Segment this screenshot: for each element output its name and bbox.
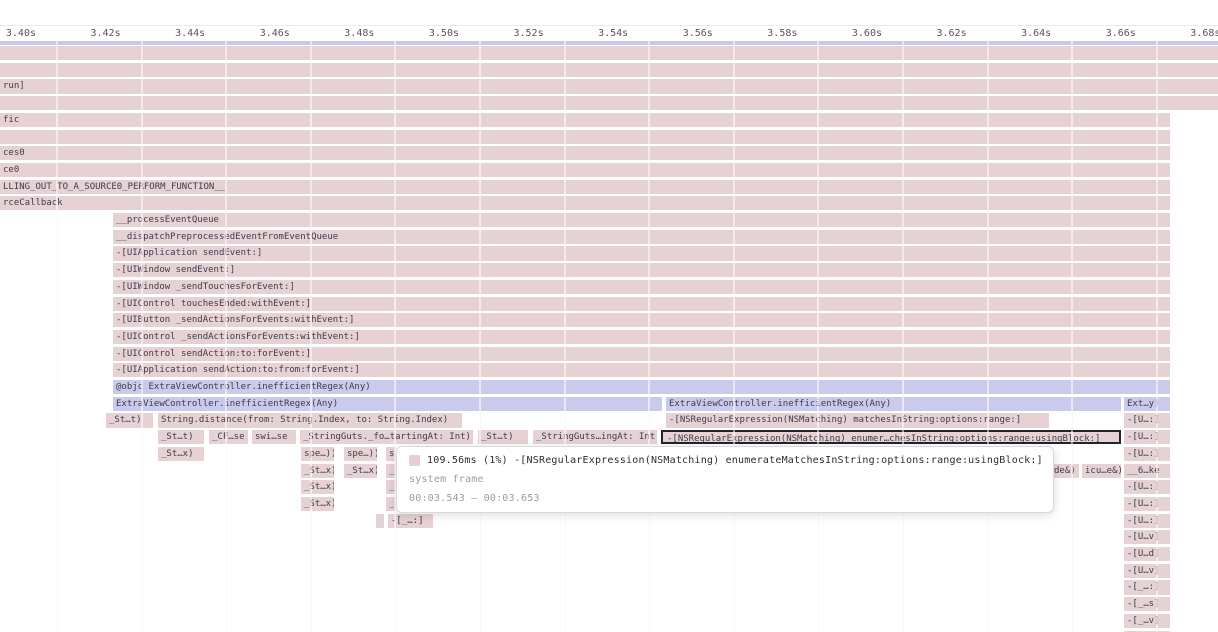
time-gridline [141,41,143,632]
frame-bar[interactable]: icu…e&) [1082,464,1121,478]
time-tick-label: 3.66s [1094,27,1136,40]
frame-bar[interactable]: -[U…:] [1124,480,1170,494]
frame-bar[interactable]: -[UIButton _sendActionsForEvents:withEve… [113,313,1170,327]
frame-color-swatch-icon [409,455,420,466]
time-gridline [564,41,566,632]
time-tick-label: 3.54s [586,27,628,40]
time-tick-label: 3.62s [925,27,967,40]
frame-bar[interactable]: -[U…v] [1124,530,1170,544]
frame-bar[interactable]: @objc ExtraViewController.inefficientReg… [113,380,1170,394]
frame-bar[interactable]: -[UIControl _sendActionsForEvents:withEv… [113,330,1170,344]
frame-bar[interactable]: _St…x) [158,447,204,461]
frame-bar[interactable]: LLING_OUT_TO_A_SOURCE0_PERFORM_FUNCTION_… [0,180,1170,194]
frame-bar[interactable]: run] [0,79,1218,93]
frame-bar[interactable]: -[U…v] [1124,564,1170,578]
frame-bar[interactable]: swi…se [252,430,296,444]
frame-bar[interactable]: __processEventQueue [113,213,1170,227]
ruler-divider [0,25,1218,26]
time-tick-label: 3.44s [163,27,205,40]
time-gridline [987,41,989,632]
frame-bar[interactable]: _CF…se [209,430,248,444]
time-tick-label: 3.46s [248,27,290,40]
time-tick-label: 3.48s [332,27,374,40]
frame-bar[interactable]: -[UIControl sendAction:to:forEvent:] [113,347,1170,361]
time-tick-label: 3.50s [417,27,459,40]
flame-chart-canvas[interactable]: 3.40s 3.42s 3.44s 3.46s 3.48s 3.50s 3.52s 3.54s… [0,0,1218,632]
frame-bar[interactable]: __dispatchPreprocessedEventFromEventQueu… [113,230,1170,244]
time-tick-label: 3.56s [671,27,713,40]
time-tick-label: 3.60s [840,27,882,40]
frame-bar[interactable]: _StringGuts…ingAt: Int) [533,430,657,444]
timeline-selection-strip [0,41,1218,45]
frame-bar[interactable]: -[U…d] [1124,547,1170,561]
time-tick-label: 3.52s [502,27,544,40]
time-tick-label: 3.68s [1178,27,1218,40]
frame-bar[interactable]: Ext…y) [1124,397,1170,411]
time-gridline [56,41,58,632]
time-tick-label: 3.42s [79,27,121,40]
selected-frame-bar[interactable]: -[NSRegularExpression(NSMatching) enumer… [661,430,1121,444]
frame-bar[interactable]: _St…x) [301,480,334,494]
frame-bar[interactable]: spe…)) [344,447,377,461]
frame-bar[interactable]: -[UIControl touchesEnded:withEvent:] [113,297,1170,311]
frame-bar[interactable]: _St…x) [301,497,334,511]
frame-bar[interactable]: de&) [1051,464,1079,478]
time-tick-label: 3.40s [0,27,36,40]
time-gridline [310,41,312,632]
time-gridline [479,41,481,632]
frame-bar[interactable]: _St…t) [478,430,528,444]
frame-bar[interactable]: _St…x) [301,464,334,478]
frame-bar[interactable] [0,96,1218,110]
frame-bar[interactable]: -[U…:] [1124,447,1170,461]
time-gridline [733,41,735,632]
frame-bar[interactable]: _St…x) [344,464,377,478]
time-gridline [394,41,396,632]
frame-bar[interactable]: _StringGuts._fo…tartingAt: Int) [300,430,473,444]
time-gridline [817,41,819,632]
tooltip-time-range: 00:03.543 — 00:03.653 [409,492,1041,505]
frame-bar[interactable]: -[UIApplication sendEvent:] [113,246,1170,260]
frame-bar[interactable]: -[_…s] [1124,597,1170,611]
frame-bar[interactable] [0,46,1218,60]
frame-bar[interactable]: ces0 [0,146,1170,160]
frame-bar[interactable]: -[U…:] [1124,514,1170,528]
frame-bar[interactable]: -[U…:] [1124,413,1170,427]
time-gridline [902,41,904,632]
time-gridline [225,41,227,632]
frame-bar[interactable] [0,63,1218,77]
frame-bar[interactable]: fic [0,113,1170,127]
time-tick-label: 3.64s [1009,27,1051,40]
frame-tooltip: 109.56ms (1%) -[NSRegularExpression(NSMa… [396,446,1054,513]
frame-bar[interactable]: -[UIApplication sendAction:to:from:forEv… [113,363,1170,377]
frame-bar[interactable]: -[_…v] [1124,614,1170,628]
frame-bar[interactable]: -[NSRegularExpression(NSMatching) matche… [666,413,1049,427]
frame-bar[interactable]: -[_…:] [1124,580,1170,594]
frame-bar[interactable]: -[UIWindow _sendTouchesForEvent:] [113,280,1170,294]
tooltip-duration-line: 109.56ms (1%) -[NSRegularExpression(NSMa… [409,454,1041,467]
frame-bar[interactable]: __6…ke [1124,464,1170,478]
frame-bar[interactable]: spe…)) [301,447,334,461]
time-gridline [1071,41,1073,632]
frame-bar[interactable]: _St…t) [106,413,153,427]
time-tick-label: 3.58s [755,27,797,40]
frame-bar[interactable]: -[U…:] [1124,430,1170,444]
frame-bar[interactable]: ce0 [0,163,1170,177]
tooltip-duration-text: 109.56ms (1%) -[NSRegularExpression(NSMa… [427,454,1043,467]
frame-bar[interactable]: -[U…:] [1124,497,1170,511]
tooltip-frame-kind: system frame [409,473,1041,486]
frame-bar[interactable]: ExtraViewController.inefficientRegex(Any… [113,397,662,411]
frame-bar[interactable] [0,130,1170,144]
time-gridline [648,41,650,632]
time-gridline [1156,41,1158,632]
frame-bar[interactable]: _St…t) [158,430,204,444]
frame-bar[interactable]: rceCallback [0,196,1170,210]
frame-bar[interactable] [376,514,384,528]
frame-bar[interactable]: -[UIWindow sendEvent:] [113,263,1170,277]
